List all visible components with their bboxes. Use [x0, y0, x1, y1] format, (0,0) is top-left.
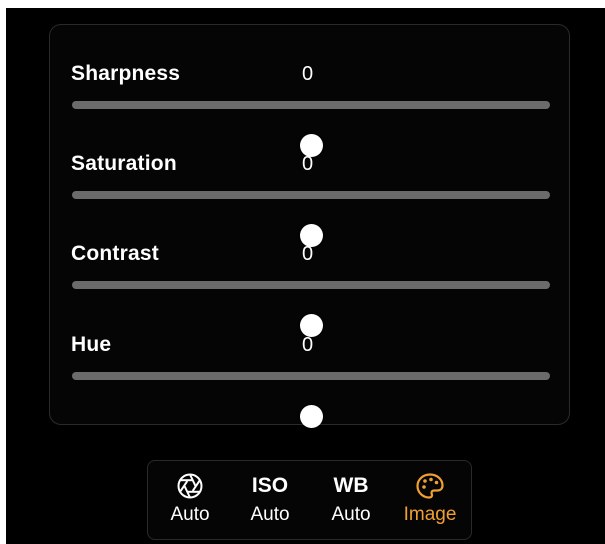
iso-mode-label: Auto — [250, 504, 290, 525]
sharpness-slider-track[interactable] — [72, 101, 550, 157]
hue-slider-row: Hue 0 — [50, 332, 569, 428]
image-settings-button[interactable]: Image — [394, 471, 466, 535]
palette-icon — [394, 471, 466, 501]
contrast-value: 0 — [302, 243, 314, 265]
wb-icon: WB — [333, 474, 369, 497]
iso-auto-button[interactable]: ISO Auto — [234, 471, 306, 535]
iso-icon: ISO — [251, 474, 289, 497]
sharpness-slider-row: Sharpness 0 — [50, 61, 569, 157]
sharpness-value: 0 — [302, 63, 314, 85]
sharpness-label: Sharpness — [71, 62, 181, 85]
aperture-mode-label: Auto — [170, 504, 210, 525]
aperture-auto-button[interactable]: Auto — [154, 471, 226, 535]
contrast-label: Contrast — [71, 242, 159, 265]
contrast-slider-track[interactable] — [72, 281, 550, 337]
hue-value: 0 — [302, 334, 314, 356]
contrast-slider-row: Contrast 0 — [50, 241, 569, 337]
camera-settings-screen: Sharpness 0 Saturation 0 Contrast 0 Hue … — [6, 8, 605, 544]
wb-auto-button[interactable]: WB Auto — [315, 471, 387, 535]
saturation-value: 0 — [302, 153, 314, 175]
camera-mode-toolbar: Auto ISO Auto WB Auto Image — [147, 460, 472, 540]
saturation-slider-track[interactable] — [72, 191, 550, 247]
hue-slider-thumb[interactable] — [300, 405, 323, 428]
hue-slider-track[interactable] — [72, 372, 550, 428]
hue-label: Hue — [71, 333, 112, 356]
image-mode-label: Image — [403, 504, 457, 525]
aperture-icon — [154, 471, 226, 501]
saturation-slider-row: Saturation 0 — [50, 151, 569, 247]
image-adjustments-panel: Sharpness 0 Saturation 0 Contrast 0 Hue … — [49, 24, 570, 428]
wb-mode-label: Auto — [331, 504, 371, 525]
saturation-label: Saturation — [71, 152, 177, 175]
